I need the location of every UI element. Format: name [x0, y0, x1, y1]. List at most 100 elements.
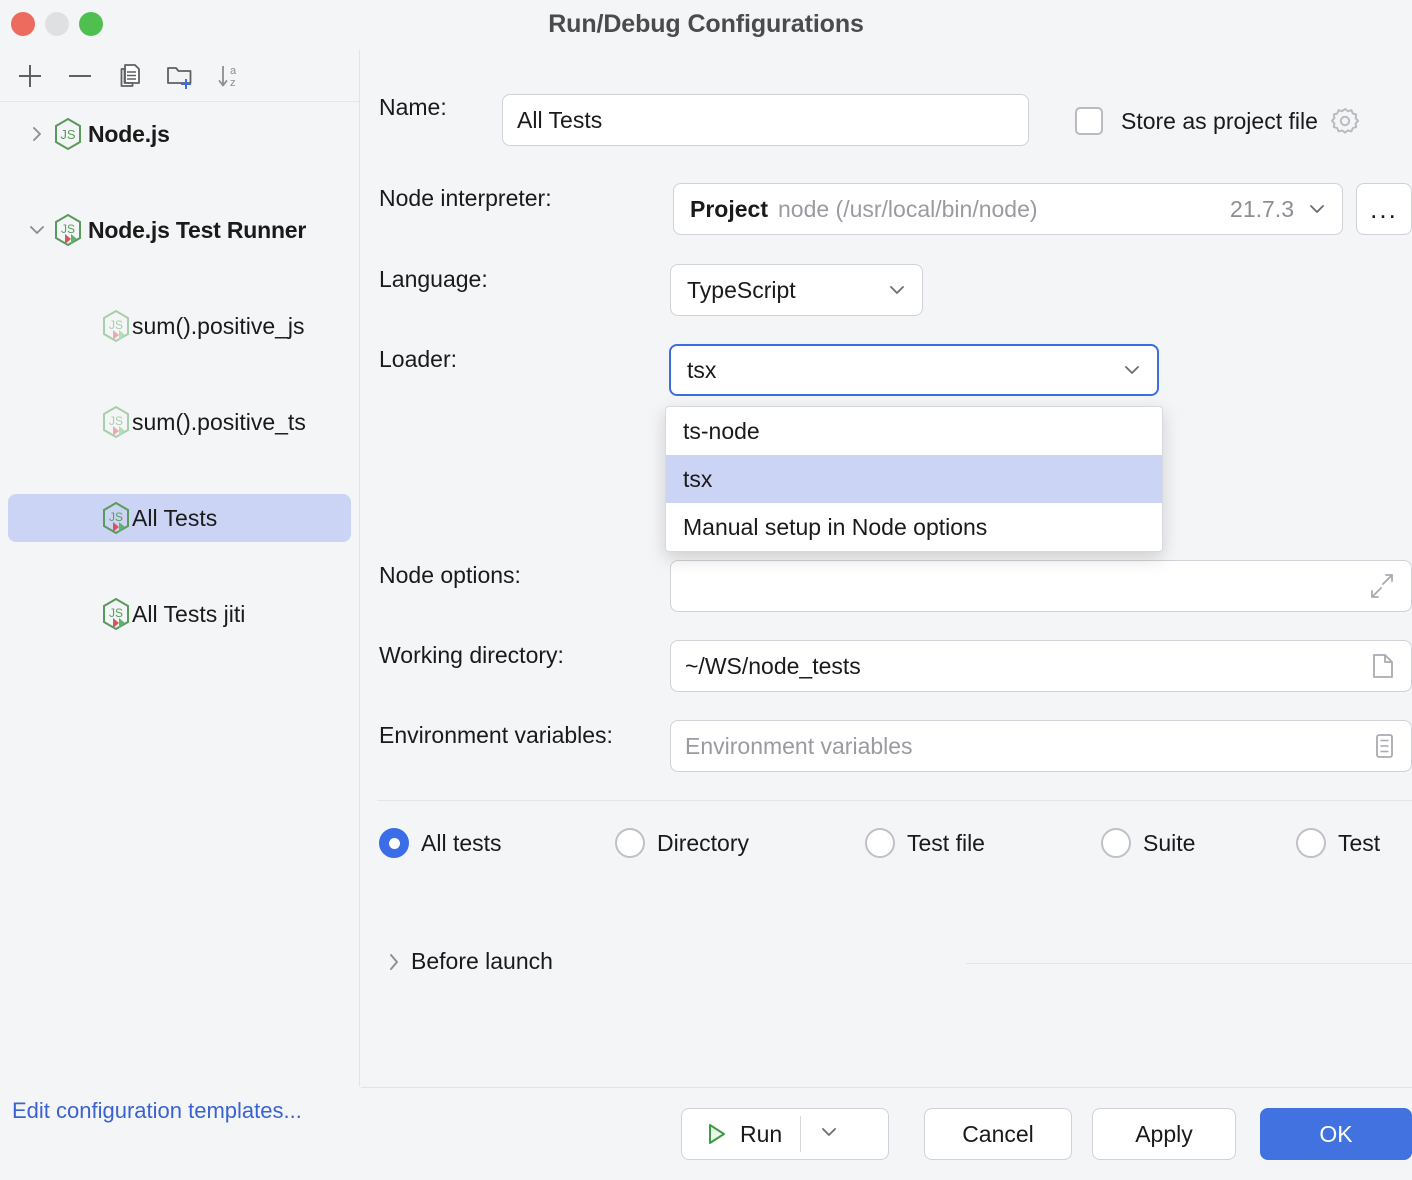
list-icon[interactable] — [1371, 731, 1397, 761]
before-launch-section[interactable]: Before launch — [383, 948, 553, 975]
scope-option-test[interactable]: Test — [1296, 828, 1380, 858]
store-as-project-file-row[interactable]: Store as project file — [1075, 104, 1362, 138]
copy-icon — [115, 61, 145, 91]
scope-option-suite[interactable]: Suite — [1101, 828, 1296, 858]
minus-icon — [65, 61, 95, 91]
radio-icon[interactable] — [615, 828, 645, 858]
copy-configuration-button[interactable] — [108, 56, 152, 96]
name-row: Name: — [379, 94, 447, 121]
add-configuration-button[interactable] — [8, 56, 52, 96]
loader-option-ts-node[interactable]: ts-node — [666, 407, 1162, 455]
tree-item-sum-positive-js[interactable]: JS sum().positive_js — [8, 302, 351, 350]
scope-option-label: Test file — [907, 830, 985, 857]
before-launch-divider — [966, 963, 1412, 964]
new-folder-button[interactable] — [158, 56, 202, 96]
svg-text:JS: JS — [109, 606, 123, 620]
run-button-dropdown[interactable] — [801, 1109, 857, 1159]
environment-variables-placeholder: Environment variables — [685, 733, 913, 760]
chevron-down-icon[interactable] — [1119, 357, 1145, 383]
chevron-right-icon[interactable] — [22, 119, 52, 149]
nodejs-test-icon: JS — [100, 597, 132, 631]
chevron-down-icon[interactable] — [884, 277, 910, 303]
tree-item-all-tests[interactable]: JS All Tests — [8, 494, 351, 542]
chevron-down-icon[interactable] — [22, 215, 52, 245]
node-options-input[interactable] — [670, 560, 1412, 612]
loader-label: Loader: — [379, 346, 457, 373]
scope-separator — [377, 800, 1412, 801]
language-combo[interactable]: TypeScript — [670, 264, 923, 316]
scope-option-label: All tests — [421, 830, 502, 857]
plus-icon — [15, 61, 45, 91]
sort-configurations-button[interactable]: a z — [208, 56, 252, 96]
svg-text:JS: JS — [60, 127, 76, 142]
language-label: Language: — [379, 266, 488, 293]
language-value: TypeScript — [687, 277, 796, 304]
expand-diagonal-icon[interactable] — [1367, 571, 1397, 601]
name-input-value: All Tests — [517, 107, 602, 134]
loader-combo[interactable]: tsx — [669, 344, 1159, 396]
cancel-button[interactable]: Cancel — [924, 1108, 1072, 1160]
sidebar-toolbar: a z — [0, 50, 359, 102]
nodejs-test-icon: JS — [52, 213, 84, 247]
edit-configuration-templates-link[interactable]: Edit configuration templates... — [12, 1098, 302, 1124]
store-as-project-file-checkbox[interactable] — [1075, 107, 1103, 135]
nodejs-test-icon: JS — [100, 501, 132, 535]
tree-item-sum-positive-ts[interactable]: JS sum().positive_ts — [8, 398, 351, 446]
working-directory-row: Working directory: — [379, 642, 564, 669]
tree-item-all-tests-jiti[interactable]: JS All Tests jiti — [8, 590, 351, 638]
loader-option-label: tsx — [683, 466, 712, 493]
name-input[interactable]: All Tests — [502, 94, 1029, 146]
scope-option-all-tests[interactable]: All tests — [379, 828, 615, 858]
loader-dropdown-popup: ts-node tsx Manual setup in Node options — [665, 406, 1163, 552]
loader-option-manual-setup[interactable]: Manual setup in Node options — [666, 503, 1162, 551]
chevron-down-icon[interactable] — [1304, 196, 1330, 222]
gear-icon[interactable] — [1328, 104, 1362, 138]
configuration-form: Name: All Tests Store as project file No… — [361, 50, 1412, 1086]
tree-item-label: All Tests — [132, 505, 217, 532]
node-interpreter-combo[interactable]: Project node (/usr/local/bin/node) 21.7.… — [673, 183, 1343, 235]
node-interpreter-browse-button[interactable]: ... — [1356, 183, 1412, 235]
ok-button-label: OK — [1319, 1121, 1352, 1148]
environment-variables-row: Environment variables: — [379, 722, 613, 749]
scope-option-label: Suite — [1143, 830, 1195, 857]
scope-option-directory[interactable]: Directory — [615, 828, 865, 858]
ok-button[interactable]: OK — [1260, 1108, 1412, 1160]
environment-variables-input[interactable]: Environment variables — [670, 720, 1412, 772]
radio-icon[interactable] — [379, 828, 409, 858]
folder-icon[interactable] — [1369, 651, 1397, 681]
working-directory-label: Working directory: — [379, 642, 564, 669]
radio-icon[interactable] — [1296, 828, 1326, 858]
scope-option-test-file[interactable]: Test file — [865, 828, 1101, 858]
apply-button[interactable]: Apply — [1092, 1108, 1236, 1160]
scope-option-label: Test — [1338, 830, 1380, 857]
tree-item-label: Node.js — [88, 121, 170, 148]
run-debug-configurations-dialog: Run/Debug Configurations — [0, 0, 1412, 1180]
working-directory-input[interactable]: ~/WS/node_tests — [670, 640, 1412, 692]
radio-icon[interactable] — [865, 828, 895, 858]
node-interpreter-prefix: Project — [690, 196, 768, 223]
run-button[interactable]: Run — [681, 1108, 889, 1160]
loader-row: Loader: — [379, 346, 457, 373]
node-interpreter-label: Node interpreter: — [379, 185, 552, 212]
sort-az-icon: a z — [214, 60, 246, 92]
tree-item-nodejs-test-runner[interactable]: JS Node.js Test Runner — [8, 206, 351, 254]
chevron-right-icon[interactable] — [383, 951, 405, 973]
apply-button-label: Apply — [1135, 1121, 1193, 1148]
play-icon — [702, 1120, 730, 1148]
name-label: Name: — [379, 94, 447, 121]
nodejs-test-icon-dim: JS — [100, 405, 132, 439]
tree-item-nodejs[interactable]: JS Node.js — [8, 110, 351, 158]
configurations-tree: JS Node.js JS — [0, 110, 359, 398]
folder-plus-icon — [164, 61, 196, 91]
tree-item-label: Node.js Test Runner — [88, 217, 306, 244]
radio-icon[interactable] — [1101, 828, 1131, 858]
remove-configuration-button[interactable] — [58, 56, 102, 96]
chevron-down-icon — [818, 1121, 840, 1148]
node-interpreter-row: Node interpreter: — [379, 185, 552, 212]
loader-option-tsx[interactable]: tsx — [666, 455, 1162, 503]
tree-item-label: All Tests jiti — [132, 601, 245, 628]
svg-text:JS: JS — [109, 318, 123, 332]
svg-text:JS: JS — [61, 222, 75, 236]
run-button-label: Run — [740, 1121, 782, 1148]
run-button-main[interactable]: Run — [682, 1109, 800, 1159]
